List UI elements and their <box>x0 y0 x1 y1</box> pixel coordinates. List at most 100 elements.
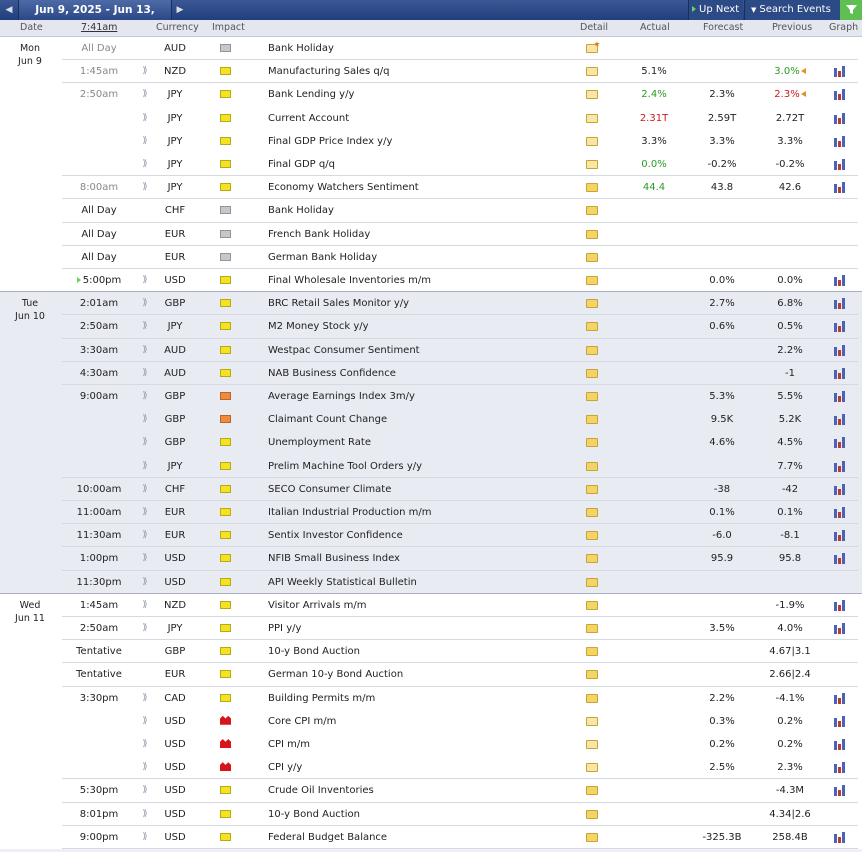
impact-yellow-icon[interactable] <box>220 478 232 501</box>
impact-yellow-icon[interactable] <box>220 362 232 385</box>
event-row[interactable]: 10:00am ⟫ CHF SECO Consumer Climate -38 -42 <box>0 478 862 501</box>
event-row[interactable]: 1:45am ⟫ NZD Manufacturing Sales q/q 5.1% 3.0… <box>0 60 862 83</box>
event-row[interactable]: ⟫ USD Core CPI m/m 0.3% 0.2% <box>0 710 862 733</box>
impact-red-icon[interactable] <box>220 756 232 779</box>
detail-folder-icon[interactable] <box>586 199 600 222</box>
detail-folder-icon[interactable] <box>586 478 600 501</box>
event-title[interactable]: API Weekly Statistical Bulletin <box>268 571 568 594</box>
detail-folder-icon[interactable] <box>586 130 600 153</box>
event-title[interactable]: Economy Watchers Sentiment <box>268 176 568 199</box>
impact-yellow-icon[interactable] <box>220 594 232 617</box>
detail-folder-icon[interactable] <box>586 455 600 478</box>
impact-gray-icon[interactable] <box>220 199 232 222</box>
event-title[interactable]: NFIB Small Business Index <box>268 547 568 570</box>
detail-folder-icon[interactable] <box>586 176 600 199</box>
event-title[interactable]: Sentix Investor Confidence <box>268 524 568 547</box>
event-title[interactable]: Westpac Consumer Sentiment <box>268 339 568 362</box>
event-row[interactable]: 2:01am ⟫ GBP BRC Retail Sales Monitor y/y 2.… <box>0 292 862 315</box>
detail-folder-icon[interactable] <box>586 246 600 269</box>
impact-yellow-icon[interactable] <box>220 779 232 802</box>
impact-red-icon[interactable] <box>220 733 232 756</box>
event-title[interactable]: German 10-y Bond Auction <box>268 663 568 686</box>
chevron-left-icon[interactable]: ◀ <box>0 0 18 20</box>
impact-yellow-icon[interactable] <box>220 571 232 594</box>
detail-folder-icon[interactable] <box>586 594 600 617</box>
event-row[interactable]: All Day EUR French Bank Holiday <box>0 223 862 246</box>
impact-yellow-icon[interactable] <box>220 292 232 315</box>
event-title[interactable]: 10-y Bond Auction <box>268 640 568 663</box>
impact-yellow-icon[interactable] <box>220 501 232 524</box>
event-row[interactable]: 11:30pm ⟫ USD API Weekly Statistical Bullet… <box>0 571 862 594</box>
event-row[interactable]: All Day CHF Bank Holiday <box>0 199 862 222</box>
detail-folder-icon[interactable] <box>586 733 600 756</box>
graph-icon[interactable] <box>834 315 850 338</box>
detail-folder-icon[interactable] <box>586 547 600 570</box>
impact-yellow-icon[interactable] <box>220 83 232 106</box>
detail-folder-icon[interactable] <box>586 501 600 524</box>
event-row[interactable]: 9:00am ⟫ GBP Average Earnings Index 3m/y 5.3… <box>0 385 862 408</box>
event-title[interactable]: Manufacturing Sales q/q <box>268 60 568 83</box>
detail-folder-icon[interactable] <box>586 37 600 60</box>
impact-yellow-icon[interactable] <box>220 153 232 176</box>
graph-icon[interactable] <box>834 826 850 849</box>
event-row[interactable]: 3:30pm ⟫ CAD Building Permits m/m 2.2% -4.1% <box>0 687 862 710</box>
event-title[interactable]: CPI y/y <box>268 756 568 779</box>
impact-yellow-icon[interactable] <box>220 176 232 199</box>
graph-icon[interactable] <box>834 362 850 385</box>
event-title[interactable]: Prelim Machine Tool Orders y/y <box>268 455 568 478</box>
event-title[interactable]: Final GDP q/q <box>268 153 568 176</box>
detail-folder-icon[interactable] <box>586 803 600 826</box>
event-title[interactable]: Crude Oil Inventories <box>268 779 568 802</box>
graph-icon[interactable] <box>834 385 850 408</box>
detail-folder-icon[interactable] <box>586 107 600 130</box>
detail-folder-icon[interactable] <box>586 710 600 733</box>
detail-folder-icon[interactable] <box>586 60 600 83</box>
graph-icon[interactable] <box>834 455 850 478</box>
event-title[interactable]: Unemployment Rate <box>268 431 568 454</box>
detail-folder-icon[interactable] <box>586 826 600 849</box>
graph-icon[interactable] <box>834 130 850 153</box>
detail-folder-icon[interactable] <box>586 524 600 547</box>
graph-icon[interactable] <box>834 339 850 362</box>
event-row[interactable]: ⟫ GBP Unemployment Rate 4.6% 4.5% <box>0 431 862 454</box>
impact-yellow-icon[interactable] <box>220 547 232 570</box>
impact-yellow-icon[interactable] <box>220 339 232 362</box>
event-row[interactable]: 1:45am ⟫ NZD Visitor Arrivals m/m -1.9% <box>0 594 862 617</box>
impact-yellow-icon[interactable] <box>220 130 232 153</box>
event-title[interactable]: Final GDP Price Index y/y <box>268 130 568 153</box>
impact-yellow-icon[interactable] <box>220 315 232 338</box>
week-range-label[interactable]: Jun 9, 2025 - Jun 13, 2025 <box>18 0 172 36</box>
impact-yellow-icon[interactable] <box>220 826 232 849</box>
up-next-button[interactable]: Up Next <box>688 0 743 20</box>
event-row[interactable]: 3:30am ⟫ AUD Westpac Consumer Sentiment 2.2% <box>0 339 862 362</box>
event-title[interactable]: M2 Money Stock y/y <box>268 315 568 338</box>
graph-icon[interactable] <box>834 153 850 176</box>
impact-gray-icon[interactable] <box>220 37 232 60</box>
detail-folder-icon[interactable] <box>586 617 600 640</box>
event-title[interactable]: Current Account <box>268 107 568 130</box>
detail-folder-icon[interactable] <box>586 687 600 710</box>
event-row[interactable]: All Day EUR German Bank Holiday <box>0 246 862 269</box>
event-row[interactable]: 9:00pm ⟫ USD Federal Budget Balance -325.3B 2… <box>0 826 862 849</box>
impact-orange-icon[interactable] <box>220 385 232 408</box>
impact-red-icon[interactable] <box>220 710 232 733</box>
detail-folder-icon[interactable] <box>586 431 600 454</box>
graph-icon[interactable] <box>834 431 850 454</box>
event-row[interactable]: 5:00pm ⟫ USD Final Wholesale Inventories m/… <box>0 269 862 292</box>
graph-icon[interactable] <box>834 617 850 640</box>
impact-yellow-icon[interactable] <box>220 803 232 826</box>
event-row[interactable]: 8:00am ⟫ JPY Economy Watchers Sentiment 44.4… <box>0 176 862 199</box>
impact-yellow-icon[interactable] <box>220 663 232 686</box>
graph-icon[interactable] <box>834 408 850 431</box>
event-row[interactable]: 1:00pm ⟫ USD NFIB Small Business Index 95.9 9… <box>0 547 862 570</box>
detail-folder-icon[interactable] <box>586 756 600 779</box>
detail-folder-icon[interactable] <box>586 571 600 594</box>
event-row[interactable]: 2:50am ⟫ JPY M2 Money Stock y/y 0.6% 0.5% <box>0 315 862 338</box>
graph-icon[interactable] <box>834 478 850 501</box>
event-title[interactable]: German Bank Holiday <box>268 246 568 269</box>
graph-icon[interactable] <box>834 733 850 756</box>
event-row[interactable]: ⟫ JPY Final GDP Price Index y/y 3.3% 3.3% 3.3… <box>0 130 862 153</box>
event-title[interactable]: Building Permits m/m <box>268 687 568 710</box>
event-title[interactable]: Core CPI m/m <box>268 710 568 733</box>
event-row[interactable]: ⟫ JPY Prelim Machine Tool Orders y/y 7.7% <box>0 455 862 478</box>
